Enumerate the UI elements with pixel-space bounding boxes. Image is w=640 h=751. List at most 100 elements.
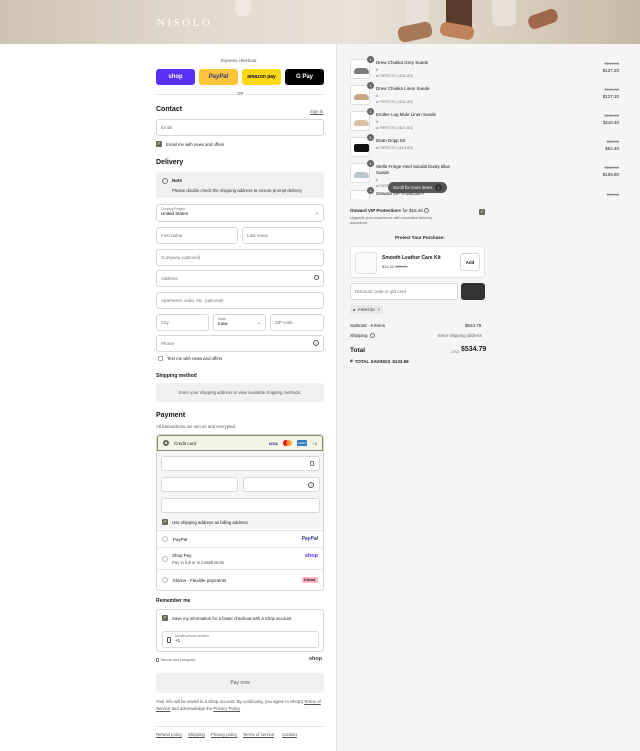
- address-input[interactable]: Address: [156, 270, 324, 287]
- expiration-input[interactable]: [161, 477, 238, 492]
- apartment-input[interactable]: Apartment, suite, etc. (optional): [156, 292, 324, 309]
- quantity-badge: 1: [367, 134, 374, 141]
- cart-item: 1 Drew Chukka Linen Suede 6 ⌀ FIRST20 (-…: [350, 82, 630, 106]
- info-icon: [162, 178, 168, 184]
- checkbox-checked-icon[interactable]: ✓: [162, 615, 168, 621]
- save-info-checkbox-row[interactable]: ✓ Save my information for a faster check…: [162, 615, 291, 621]
- cart-items-list[interactable]: 1 Drew Chukka Grey Suede 6 ⌀ FIRST20 (-$…: [337, 54, 640, 199]
- search-icon: [314, 275, 319, 280]
- paypal-button[interactable]: PayPal: [199, 69, 238, 85]
- radio-selected-icon[interactable]: [163, 440, 169, 446]
- pay-now-button[interactable]: Pay now: [156, 673, 324, 693]
- security-code-input[interactable]: ?: [243, 477, 320, 492]
- radio-icon[interactable]: [162, 536, 168, 542]
- vip-description: Upgrade your experience with expedited d…: [350, 216, 433, 225]
- total-savings-row: ⌀ TOTAL SAVINGS $133.69: [350, 358, 409, 364]
- billing-checkbox-label: Use shipping address as billing address: [172, 519, 248, 525]
- radio-icon[interactable]: [162, 556, 168, 562]
- cart-item: 1 Dean Dopp Kit ⌀ FIRST20 (-$13.60) $68.…: [350, 134, 630, 158]
- shipping-method-placeholder: Enter your shipping address to view avai…: [156, 383, 324, 402]
- remember-me-title: Remember me: [156, 598, 191, 604]
- sms-checkbox-row[interactable]: Text me with news and offers: [158, 356, 222, 361]
- item-discount: ⌀ FIRST20 (-$27.60): [376, 125, 413, 130]
- help-icon[interactable]: ?: [308, 482, 314, 488]
- vip-checkbox-checked-icon[interactable]: ✓: [479, 209, 485, 215]
- sms-checkbox-label: Text me with news and offers: [167, 356, 223, 361]
- shop-pay-option[interactable]: Shop Pay Pay in full or in installments …: [157, 547, 323, 569]
- mastercard-icon: [282, 440, 292, 446]
- remember-me-box: ✓ Save my information for a faster check…: [156, 609, 324, 652]
- amazon-pay-button[interactable]: amazon pay: [242, 69, 281, 85]
- klarna-logo-icon: Klarna.: [302, 577, 318, 583]
- item-discount-text: FIRST20 (-$13.60): [379, 145, 413, 150]
- email-input[interactable]: [156, 119, 324, 136]
- zip-input[interactable]: ZIP code: [270, 314, 324, 331]
- item-name: Emilee Lug Mule Linen Suede: [376, 112, 437, 117]
- brand-logo[interactable]: NISOLO: [157, 17, 212, 29]
- paypal-label: PayPal: [173, 536, 188, 542]
- footer-privacy-policy-link[interactable]: Privacy policy: [211, 732, 237, 737]
- upsell-name: Smooth Leather Care Kit: [382, 255, 441, 261]
- country-select[interactable]: Country/Region United States ⌄: [156, 204, 324, 222]
- item-old-price: $159.00: [604, 87, 619, 92]
- upsell-price-value: $24.00: [382, 264, 395, 269]
- hero-shoe: [396, 20, 434, 44]
- billing-checkbox-row[interactable]: ✓ Use shipping address as billing addres…: [162, 519, 248, 525]
- quantity-badge: 1: [367, 82, 374, 89]
- footer-refund-policy-link[interactable]: Refund policy: [156, 732, 182, 737]
- footer-shipping-link[interactable]: Shipping: [188, 732, 205, 737]
- applied-discount-tag: ⌀ FIRST20 ×: [350, 305, 384, 314]
- discount-code-input[interactable]: Discount code or gift card: [350, 283, 458, 300]
- credit-card-option[interactable]: Credit card VISA AMEX +5: [157, 435, 323, 451]
- checkout-form: Express checkout shop PayPal amazon pay …: [0, 44, 336, 751]
- footer-terms-link[interactable]: Terms of service: [243, 732, 274, 737]
- apply-discount-button[interactable]: [461, 283, 485, 300]
- checkbox-checked-icon[interactable]: ✓: [156, 141, 162, 147]
- upsell-add-button[interactable]: Add: [460, 253, 480, 271]
- city-input[interactable]: City: [156, 314, 209, 331]
- klarna-option[interactable]: Klarna - Flexible payments Klarna.: [157, 569, 323, 590]
- upsell-card: Smooth Leather Care Kit $24.00 $30.00 Ad…: [350, 246, 485, 278]
- shipping-value: Enter shipping address: [438, 333, 482, 338]
- last-name-input[interactable]: Last name: [242, 227, 324, 244]
- subtotal-label: Subtotal · 6 items: [350, 323, 386, 328]
- footer-contact-link[interactable]: Contact: [282, 732, 297, 737]
- google-pay-button[interactable]: G Pay: [285, 69, 324, 85]
- remove-discount-close-icon[interactable]: ×: [377, 307, 380, 312]
- help-icon[interactable]: [369, 333, 375, 338]
- product-thumbnail: [350, 85, 370, 105]
- card-number-input[interactable]: [161, 456, 320, 471]
- more-cards-badge: +5: [312, 440, 317, 446]
- checkbox-checked-icon[interactable]: ✓: [162, 519, 168, 525]
- hero-shoe: [526, 7, 560, 31]
- checkbox-unchecked-icon[interactable]: [158, 356, 163, 361]
- paypal-option[interactable]: PayPal PayPal: [157, 530, 323, 547]
- secure-encrypted-row: Secure and encrypted: [156, 658, 195, 662]
- name-on-card-input[interactable]: [161, 498, 320, 513]
- first-name-input[interactable]: First name: [156, 227, 238, 244]
- item-price: $110.40: [603, 120, 619, 125]
- sign-in-link[interactable]: Sign in: [310, 109, 323, 114]
- shipping-method-title: Shipping method: [156, 373, 197, 379]
- state-select[interactable]: State Iowa ⌄: [213, 314, 266, 331]
- news-checkbox-row[interactable]: ✓ Email me with news and offers: [156, 141, 224, 147]
- item-discount-text: FIRST20 (-$27.60): [379, 125, 413, 130]
- info-icon[interactable]: [424, 208, 430, 214]
- phone-placeholder: Phone: [161, 341, 175, 346]
- company-input[interactable]: Company (optional): [156, 249, 324, 266]
- scroll-more-items-pill[interactable]: Scroll for more items ↓: [388, 182, 448, 193]
- note-text: Please double check the shipping address…: [172, 188, 303, 193]
- item-variant: 6: [376, 177, 379, 182]
- shop-privacy-link[interactable]: Privacy Policy: [213, 706, 240, 711]
- item-name: Drew Chukka Grey Suede: [376, 60, 429, 65]
- radio-icon[interactable]: [162, 577, 168, 583]
- legal-text-1: Your info will be saved to a Shop accoun…: [156, 699, 304, 704]
- news-checkbox-label: Email me with news and offers: [166, 141, 225, 147]
- save-info-label: Save my information for a faster checkou…: [172, 615, 292, 621]
- help-icon[interactable]: ?: [313, 340, 319, 346]
- item-discount: ⌀ FIRST20 (-$13.60): [376, 145, 413, 150]
- shop-pay-button[interactable]: shop: [156, 69, 195, 85]
- currency-label: USD: [451, 349, 460, 354]
- mobile-phone-input[interactable]: Mobile phone number +1: [162, 631, 319, 648]
- phone-input[interactable]: Phone ?: [156, 335, 324, 352]
